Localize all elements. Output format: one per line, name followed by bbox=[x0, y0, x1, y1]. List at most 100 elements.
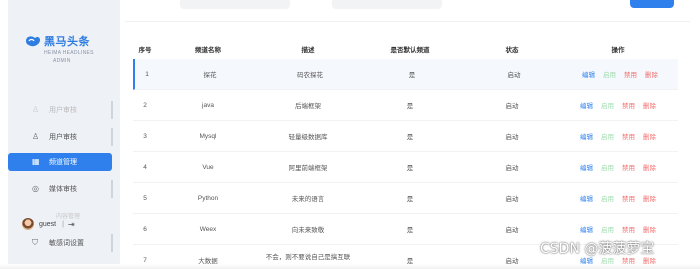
sidebar-divider bbox=[111, 101, 113, 119]
logo-icon bbox=[26, 36, 40, 47]
logout-icon[interactable]: ⇥ bbox=[68, 220, 75, 229]
cell-name: Python bbox=[197, 194, 219, 202]
cell-default: 是 bbox=[406, 134, 414, 141]
brand-subtitle-admin: ADMIN bbox=[53, 58, 71, 64]
cell-default: 是 bbox=[406, 196, 414, 203]
sidebar-item-label: 敏感词设置 bbox=[49, 240, 84, 247]
cell-default: 是 bbox=[408, 72, 416, 79]
sidebar-item-label: 用户审核 bbox=[49, 107, 77, 114]
avatar[interactable] bbox=[22, 218, 34, 230]
sidebar-divider bbox=[111, 128, 113, 146]
brand-subtitle: HEIMA HEADLINES bbox=[44, 50, 94, 56]
watermark: CSDN @菠菠萝宝 bbox=[540, 241, 655, 257]
brand-title: 黑马头条 bbox=[44, 36, 90, 48]
disable-link[interactable]: 禁用 bbox=[622, 224, 635, 234]
delete-link[interactable]: 删除 bbox=[643, 162, 656, 172]
disable-link[interactable]: 禁用 bbox=[622, 100, 635, 110]
sidebar-item-label: 频道管理 bbox=[49, 159, 77, 166]
sidebar-item-sensitive[interactable]: ⛉ 敏感词设置 bbox=[8, 234, 112, 252]
cell-index: 2 bbox=[143, 101, 147, 109]
row-actions: 编辑 启用 禁用 删除 bbox=[563, 152, 673, 182]
col-header-desc: 描述 bbox=[301, 47, 315, 54]
filter-input[interactable] bbox=[332, 0, 442, 9]
user-separator: | bbox=[62, 220, 64, 228]
edit-link[interactable]: 编辑 bbox=[580, 100, 593, 110]
table-row[interactable]: 5 Python 未来的语言 是 启动 编辑 启用 禁用 删除 bbox=[133, 183, 678, 214]
enable-link[interactable]: 启用 bbox=[601, 224, 614, 234]
row-actions: 编辑 启用 禁用 删除 bbox=[563, 183, 673, 213]
table-row[interactable]: 3 Mysql 轻量级数据库 是 启动 编辑 启用 禁用 删除 bbox=[133, 121, 678, 152]
logo: 黑马头条 bbox=[25, 33, 90, 49]
row-actions: 编辑 启用 禁用 删除 bbox=[565, 59, 675, 89]
delete-link[interactable]: 删除 bbox=[645, 69, 658, 79]
search-input[interactable] bbox=[180, 0, 290, 9]
table-header: 序号 频道名称 描述 是否默认频道 状态 操作 bbox=[125, 38, 678, 60]
enable-link[interactable]: 启用 bbox=[603, 69, 616, 79]
delete-link[interactable]: 删除 bbox=[643, 193, 656, 203]
sidebar-item-label: 用户审核 bbox=[49, 134, 77, 141]
cell-desc: 向未来致敬 bbox=[291, 227, 325, 234]
edit-link[interactable]: 编辑 bbox=[580, 193, 593, 203]
cell-status: 启动 bbox=[505, 103, 519, 110]
enable-link[interactable]: 启用 bbox=[601, 162, 614, 172]
sidebar-item-channel[interactable]: ▦ 频道管理 bbox=[8, 153, 112, 171]
cell-index: 5 bbox=[143, 194, 147, 202]
cell-index: 4 bbox=[143, 163, 147, 171]
cell-desc: 后端框架 bbox=[295, 103, 321, 110]
media-icon: ◎ bbox=[32, 184, 39, 193]
cell-status: 启动 bbox=[507, 72, 521, 79]
user-panel: guest | ⇥ bbox=[22, 218, 75, 230]
sidebar-item-user-review[interactable]: ♙ 用户审核 bbox=[8, 128, 112, 146]
table-row[interactable]: 1 探花 码农探花 是 启动 编辑 启用 禁用 删除 bbox=[133, 59, 678, 90]
table-row[interactable]: 4 Vue 阿里前端框架 是 启动 编辑 启用 禁用 删除 bbox=[133, 152, 678, 183]
col-header-default: 是否默认频道 bbox=[390, 47, 430, 54]
enable-link[interactable]: 启用 bbox=[601, 100, 614, 110]
users-icon: ♙ bbox=[32, 105, 40, 114]
edit-link[interactable]: 编辑 bbox=[580, 224, 593, 234]
app-root: 黑马头条 HEIMA HEADLINES ADMIN ♙ 用户审核 ♙ 用户审核… bbox=[0, 0, 700, 269]
cell-index: 6 bbox=[143, 225, 147, 233]
enable-link[interactable]: 启用 bbox=[601, 131, 614, 141]
cell-desc: 阿里前端框架 bbox=[288, 165, 328, 172]
cell-name: Weex bbox=[199, 225, 217, 233]
cell-desc: 码农探花 bbox=[297, 72, 323, 79]
cell-name: Vue bbox=[202, 163, 214, 171]
cell-status: 启动 bbox=[505, 134, 519, 141]
grid-icon: ▦ bbox=[32, 157, 40, 166]
cell-name: Mysql bbox=[199, 132, 217, 140]
col-header-index: 序号 bbox=[138, 47, 152, 54]
edit-link[interactable]: 编辑 bbox=[580, 131, 593, 141]
cell-desc: 未来的语言 bbox=[291, 196, 325, 203]
cell-index: 3 bbox=[143, 132, 147, 140]
col-header-actions: 操作 bbox=[611, 47, 625, 54]
row-actions: 编辑 启用 禁用 删除 bbox=[563, 90, 673, 120]
table-row[interactable]: 2 java 后端框架 是 启动 编辑 启用 禁用 删除 bbox=[133, 90, 678, 121]
cell-name: 探花 bbox=[203, 72, 217, 79]
cell-desc: 轻量级数据库 bbox=[288, 134, 328, 141]
edit-link[interactable]: 编辑 bbox=[580, 162, 593, 172]
disable-link[interactable]: 禁用 bbox=[624, 69, 637, 79]
delete-link[interactable]: 删除 bbox=[643, 100, 656, 110]
username: guest bbox=[39, 220, 57, 228]
delete-link[interactable]: 删除 bbox=[643, 131, 656, 141]
cell-status: 启动 bbox=[505, 196, 519, 203]
cell-index: 1 bbox=[145, 70, 149, 78]
edit-link[interactable]: 编辑 bbox=[582, 69, 595, 79]
bottom-edge bbox=[0, 264, 700, 269]
cell-default: 是 bbox=[406, 165, 414, 172]
col-header-status: 状态 bbox=[505, 47, 519, 54]
add-channel-button[interactable] bbox=[630, 0, 674, 8]
delete-link[interactable]: 删除 bbox=[643, 224, 656, 234]
sidebar-item-label: 媒体审核 bbox=[49, 186, 77, 193]
shield-icon: ⛉ bbox=[32, 238, 38, 247]
channel-table: 序号 频道名称 描述 是否默认频道 状态 操作 bbox=[125, 38, 678, 60]
sidebar-item-users-faded[interactable]: ♙ 用户审核 bbox=[8, 101, 112, 119]
cell-default: 是 bbox=[406, 103, 414, 110]
disable-link[interactable]: 禁用 bbox=[622, 162, 635, 172]
row-actions: 编辑 启用 禁用 删除 bbox=[563, 121, 673, 151]
sidebar-item-media[interactable]: ◎ 媒体审核 bbox=[8, 180, 112, 198]
enable-link[interactable]: 启用 bbox=[601, 193, 614, 203]
disable-link[interactable]: 禁用 bbox=[622, 131, 635, 141]
cell-default: 是 bbox=[406, 227, 414, 234]
disable-link[interactable]: 禁用 bbox=[622, 193, 635, 203]
